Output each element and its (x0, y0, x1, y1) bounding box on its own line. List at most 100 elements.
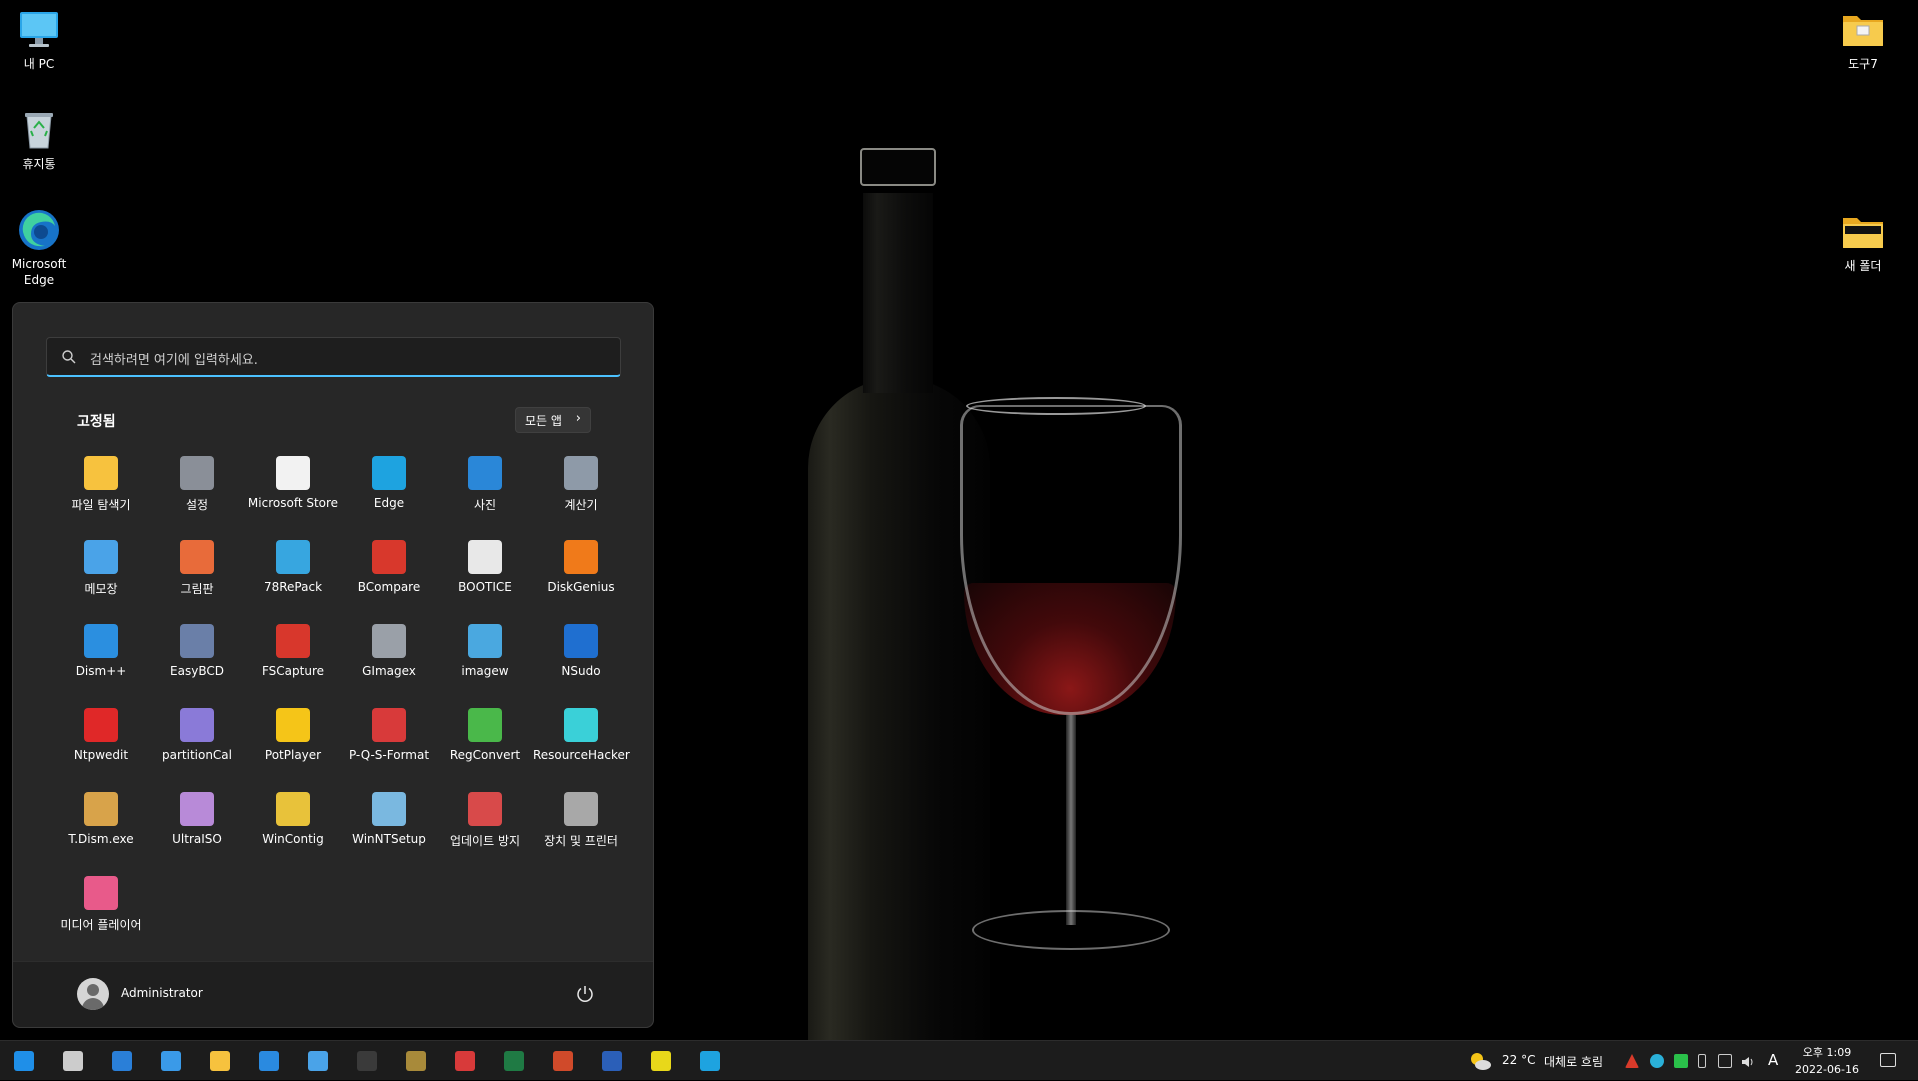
excel-icon (504, 1051, 524, 1071)
avatar[interactable] (77, 978, 109, 1010)
desktop-icon-edge[interactable]: Microsoft Edge (0, 208, 78, 288)
pinned-app-label: EasyBCD (170, 664, 224, 678)
chevron-right-icon: › (575, 411, 581, 426)
tray-icon-1[interactable] (1625, 1054, 1639, 1068)
taskbar-app-9[interactable] (445, 1045, 485, 1077)
pinned-app[interactable]: 장치 및 프린터 (533, 785, 629, 865)
start-menu: 검색하려면 여기에 입력하세요. 고정됨 모든 앱 › 파일 탐색기 설정 Micr… (12, 302, 654, 1028)
start-button[interactable] (4, 1045, 44, 1077)
recycle-bin-icon (17, 108, 61, 152)
pinned-app[interactable]: ResourceHacker (533, 701, 630, 781)
shield-check-icon[interactable] (1674, 1054, 1688, 1068)
usb-icon[interactable] (1698, 1054, 1706, 1068)
taskbar-store[interactable] (249, 1045, 289, 1077)
file-explorer-icon (84, 456, 118, 490)
bcompare-icon (372, 540, 406, 574)
pinned-app[interactable]: PotPlayer (245, 701, 341, 781)
pinned-app[interactable]: FSCapture (245, 617, 341, 697)
pinned-app[interactable]: 업데이트 방지 (437, 785, 533, 865)
taskbar-word[interactable] (592, 1045, 632, 1077)
pinned-app[interactable]: DiskGenius (533, 533, 629, 613)
taskbar-edge[interactable] (690, 1045, 730, 1077)
pinned-app[interactable]: WinContig (245, 785, 341, 865)
pinwheel-icon (455, 1051, 475, 1071)
taskbar-app-13[interactable] (641, 1045, 681, 1077)
taskbar-notepad[interactable] (298, 1045, 338, 1077)
search-button[interactable] (53, 1045, 93, 1077)
pinned-app[interactable]: 파일 탐색기 (53, 449, 149, 529)
pinned-app-label: 미디어 플레이어 (60, 918, 142, 932)
pqs-format-icon (372, 708, 406, 742)
pinned-app[interactable]: NSudo (533, 617, 629, 697)
weather-desc: 대체로 흐림 (1544, 1055, 1604, 1069)
pinned-app[interactable]: 메모장 (53, 533, 149, 613)
desktop-icon-label: Microsoft Edge (11, 257, 67, 287)
desktop-folder-tools7[interactable]: 도구7 (1824, 8, 1902, 72)
pinned-app[interactable]: Edge (341, 449, 437, 529)
pinned-app[interactable]: 미디어 플레이어 (53, 869, 149, 949)
taskbar-powerpoint[interactable] (543, 1045, 583, 1077)
pinned-app[interactable]: T.Dism.exe (53, 785, 149, 865)
taskbar-app-1[interactable] (102, 1045, 142, 1077)
pinned-app[interactable]: BCompare (341, 533, 437, 613)
pinned-app-label: Dism++ (75, 664, 127, 678)
ultraiso-icon (180, 792, 214, 826)
pinned-app[interactable]: imagew (437, 617, 533, 697)
volume-icon[interactable] (1740, 1054, 1754, 1068)
pinned-app[interactable]: BOOTICE (437, 533, 533, 613)
nsudo-icon (564, 624, 598, 658)
pinned-app[interactable]: EasyBCD (149, 617, 245, 697)
search-input[interactable]: 검색하려면 여기에 입력하세요. (46, 337, 621, 377)
desktop-icon-recycle-bin[interactable]: 휴지통 (0, 108, 78, 172)
regconvert-icon (468, 708, 502, 742)
desktop-icon-this-pc[interactable]: 내 PC (0, 8, 78, 72)
pinned-app-label: partitionCal (162, 748, 232, 762)
start-menu-footer: Administrator (13, 961, 653, 1027)
user-name[interactable]: Administrator (121, 986, 203, 1000)
pinned-app[interactable]: Ntpwedit (53, 701, 149, 781)
pinned-app-label: WinNTSetup (352, 832, 426, 846)
ime-indicator[interactable]: A (1768, 1051, 1778, 1071)
easybcd-icon (180, 624, 214, 658)
pinned-app[interactable]: 그림판 (149, 533, 245, 613)
pinned-app[interactable]: GImagex (341, 617, 437, 697)
diskgenius-icon (564, 540, 598, 574)
pinned-app[interactable]: 78RePack (245, 533, 341, 613)
pinned-app-label: UltraISO (172, 832, 222, 846)
weather-widget[interactable]: 22 °C 대체로 흐림 (1460, 1041, 1620, 1081)
pinned-app[interactable]: partitionCal (149, 701, 245, 781)
resourcehacker-icon (564, 708, 598, 742)
taskbar-excel[interactable] (494, 1045, 534, 1077)
pinned-app[interactable]: RegConvert (437, 701, 533, 781)
taskbar-app-2[interactable] (151, 1045, 191, 1077)
bootice-icon (468, 540, 502, 574)
notification-icon[interactable] (1880, 1053, 1896, 1067)
winntsetup-icon (372, 792, 406, 826)
pinned-app[interactable]: WinNTSetup (341, 785, 437, 865)
taskbar-file-explorer[interactable] (200, 1045, 240, 1077)
control-panel-icon (161, 1051, 181, 1071)
search-placeholder: 검색하려면 여기에 입력하세요. (90, 353, 258, 368)
edge-icon (700, 1051, 720, 1071)
taskbar-app-8[interactable] (396, 1045, 436, 1077)
clock[interactable]: 오후 1:09 2022-06-16 (1792, 1041, 1862, 1081)
desktop-folder-new-folder[interactable]: 새 폴더 (1824, 210, 1902, 274)
app-icon (651, 1051, 671, 1071)
calculator-icon (564, 456, 598, 490)
pinned-app[interactable]: UltraISO (149, 785, 245, 865)
notepad-icon (308, 1051, 328, 1071)
network-icon[interactable] (1718, 1054, 1732, 1068)
pinned-app-label: Ntpwedit (73, 748, 129, 762)
pinned-app-label: PotPlayer (264, 748, 322, 762)
pinned-app[interactable]: Dism++ (53, 617, 149, 697)
all-apps-button[interactable]: 모든 앱 › (515, 407, 591, 433)
powerpoint-icon (553, 1051, 573, 1071)
defender-shield-icon[interactable] (1650, 1054, 1664, 1068)
pinned-app[interactable]: 사진 (437, 449, 533, 529)
power-icon[interactable] (573, 982, 597, 1006)
pinned-app[interactable]: Microsoft Store (245, 449, 341, 529)
pinned-app[interactable]: 설정 (149, 449, 245, 529)
pinned-app[interactable]: 계산기 (533, 449, 629, 529)
taskbar-terminal[interactable] (347, 1045, 387, 1077)
pinned-app[interactable]: P-Q-S-Format (341, 701, 437, 781)
